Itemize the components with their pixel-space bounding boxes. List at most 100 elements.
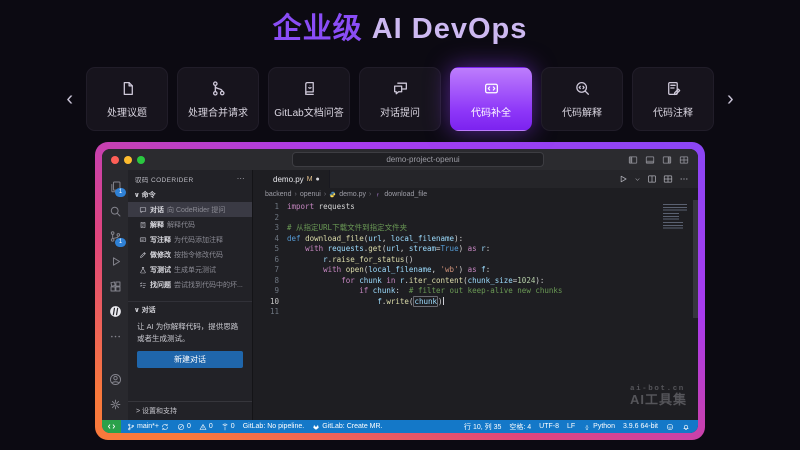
code-comment-icon [665,80,682,97]
chat-hint-text: 让 AI 为你解释代码，提供思路或者生成测试。 [128,317,252,346]
maximize-button[interactable] [137,156,145,164]
sidebar-right-icon[interactable] [662,155,672,165]
new-chat-button[interactable]: 新建对话 [137,351,243,368]
activity-item-more[interactable] [102,324,128,349]
sidebar-section-commands[interactable]: ∨ 命令 [128,187,252,202]
feedback[interactable] [666,423,674,431]
watermark-logo-icon [600,384,625,409]
back-icon[interactable] [256,155,266,165]
search-glass-icon [376,156,383,163]
feature-tab[interactable]: 处理议题 [86,67,168,131]
status-bar-left: main*+000GitLab: No pipeline.GitLab: Cre… [121,423,383,431]
sidebar-section-chat[interactable]: ∨ 对话 [128,302,252,317]
errors-count[interactable]: 0 [177,423,191,431]
breadcrumb-item[interactable]: backend [265,191,291,198]
gitlab-create-mr[interactable]: GitLab: Create MR. [312,423,382,431]
gitlab-pipeline-status[interactable]: GitLab: No pipeline. [243,423,304,430]
line-text: def download_file(url, local_filename): [287,234,463,245]
sidebar-left-icon[interactable] [628,155,638,165]
activity-item-run-debug[interactable] [102,249,128,274]
test-icon [139,266,147,274]
code-line: 9 if chunk: # filter out keep-alive new … [253,286,698,297]
extensions-icon [109,280,122,293]
activity-item-extensions[interactable] [102,274,128,299]
encoding[interactable]: UTF-8 [539,423,559,430]
split-editor-icon[interactable] [647,174,657,184]
editor-tabbar: demo.py M ● [253,170,698,188]
breadcrumb-item[interactable]: download_file [384,191,427,198]
watermark-name: AI工具集 [630,393,687,408]
breadcrumb-item[interactable]: demo.py [339,191,366,198]
code-lines: 1import requests23# 从指定URL下载文件到指定文件夹4def… [253,202,698,318]
breadcrumb-separator: › [369,191,371,198]
account-icon [109,373,122,386]
ports-count[interactable]: 0 [221,423,235,431]
feature-tab[interactable]: 代码注释 [632,67,714,131]
indentation[interactable]: 空格: 4 [509,422,531,432]
code-line: 2 [253,213,698,224]
notifications[interactable] [682,423,690,431]
feature-tab-label: GitLab文档问答 [274,104,343,119]
sidebar-footer-settings[interactable]: > 设置和支持 [128,401,252,420]
python-version[interactable]: 3.9.6 64-bit [623,423,658,430]
dirty-indicator: ● [316,176,320,183]
sidebar-command[interactable]: 写注释为代码添加注释 [128,232,252,247]
breadcrumb-item[interactable]: openui [300,191,321,198]
activity-item-account[interactable] [102,367,128,392]
cursor-position[interactable]: 行 10, 列 35 [464,422,501,432]
breadcrumb[interactable]: backend›openui›demo.py›fdownload_file [253,188,698,200]
status-bar: main*+000GitLab: No pipeline.GitLab: Cre… [102,420,698,433]
sidebar-command[interactable]: 解释解释代码 [128,217,252,232]
eol-indicator[interactable]: LF [567,423,575,430]
run-icon[interactable] [618,174,628,184]
close-button[interactable] [111,156,119,164]
code-line: 7 with open(local_filename, 'wb') as f: [253,265,698,276]
search-value: demo-project-openui [386,155,459,164]
sidebar-command[interactable]: 对话向 CodeRider 提问 [128,202,252,217]
line-text: # 从指定URL下载文件到指定文件夹 [287,223,407,234]
branch-status[interactable]: main*+ [127,423,169,431]
warnings-count[interactable]: 0 [199,423,213,431]
feature-tab[interactable]: GitLab文档问答 [268,67,350,131]
comment-icon [139,236,147,244]
editor-area: demo.py M ● backend›openui›demo.py›fdown… [253,170,698,420]
feature-tab[interactable]: 代码补全 [450,67,532,131]
remote-indicator[interactable] [102,420,121,433]
activity-item-search[interactable] [102,199,128,224]
svg-text:f: f [377,192,379,198]
carousel-next-button[interactable]: › [723,89,738,109]
explain-icon [139,221,147,229]
layout-grid-icon[interactable] [663,174,673,184]
activity-item-source-control[interactable]: 1 [102,224,128,249]
activity-item-files[interactable]: 1 [102,174,128,199]
sidebar-menu-button[interactable]: ⋯ [237,174,245,183]
sidebar-command-list: 对话向 CodeRider 提问解释解释代码写注释为代码添加注释做修改按指令修改… [128,202,252,292]
traffic-lights [111,156,145,164]
scrollbar[interactable] [693,200,698,318]
line-text: import requests [287,202,355,213]
feature-tab[interactable]: 处理合并请求 [177,67,259,131]
more-icon[interactable] [679,174,689,184]
panel-bottom-icon[interactable] [645,155,655,165]
forward-icon[interactable] [274,155,284,165]
activity-item-coderider[interactable] [102,299,128,324]
command-center-search[interactable]: demo-project-openui [292,152,544,167]
modify-icon [139,251,147,259]
sidebar-command[interactable]: 写测试生成单元测试 [128,262,252,277]
code-line: 1import requests [253,202,698,213]
sidebar-command[interactable]: 做修改按指令修改代码 [128,247,252,262]
editor-tab-demo-py[interactable]: demo.py M ● [253,170,330,188]
feature-tab[interactable]: 对话提问 [359,67,441,131]
layout-grid-icon[interactable] [679,155,689,165]
sidebar-command[interactable]: 找问题尝试找到代码中的坏... [128,277,252,292]
carousel-prev-button[interactable]: ‹ [62,89,77,109]
feature-tabs: 处理议题处理合并请求 GitLab文档问答 对话提问代码补全代码解释代码注释 [86,67,714,131]
feature-tab[interactable]: 代码解释 [541,67,623,131]
svg-text:{}: {} [586,424,590,430]
page-title-highlight: 企业级 [273,13,363,45]
activity-item-settings-gear[interactable] [102,392,128,417]
minimize-button[interactable] [124,156,132,164]
chevron-down-icon[interactable] [634,176,641,183]
feature-tab-label: 处理合并请求 [188,104,248,119]
language-mode[interactable]: {}Python [583,423,615,431]
